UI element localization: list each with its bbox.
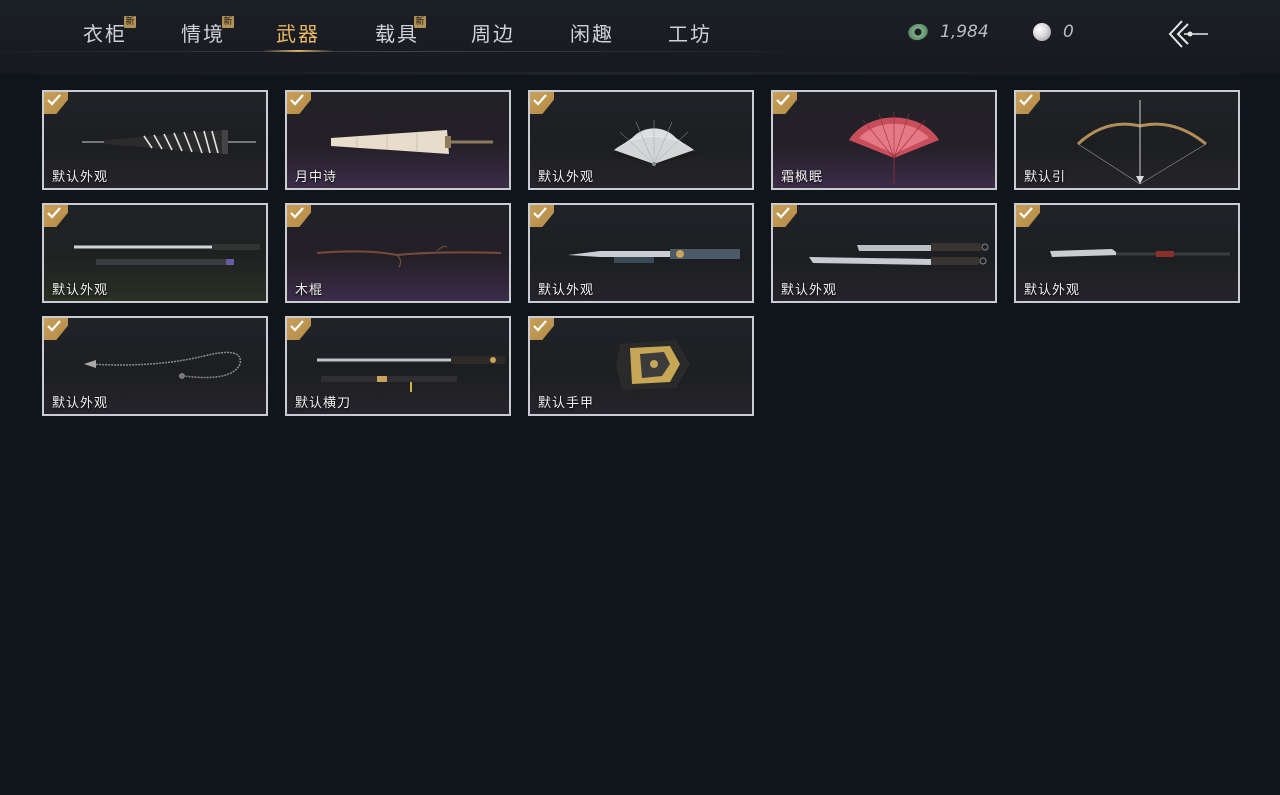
tab-wardrobe[interactable]: 衣柜 新 xyxy=(83,16,136,52)
weapon-card[interactable]: 默认外观 xyxy=(42,316,268,416)
item-label: 默认引 xyxy=(1024,170,1067,185)
weapon-grid: 默认外观 月中诗 默认外观 霜枫眠 默认引 默认外观 木棍 默认外观 默认外观 … xyxy=(42,90,1244,420)
item-label: 默认外观 xyxy=(781,283,838,298)
weapon-card[interactable]: 月中诗 xyxy=(285,90,511,190)
tab-peripherals[interactable]: 周边 xyxy=(471,18,515,52)
tab-label: 周边 xyxy=(471,22,515,46)
item-label: 默认外观 xyxy=(52,283,109,298)
back-arrow-icon xyxy=(1168,20,1208,48)
tab-weapons[interactable]: 武器 xyxy=(262,18,334,52)
item-label: 默认横刀 xyxy=(295,396,352,411)
weapon-card[interactable]: 木棍 xyxy=(285,203,511,303)
tab-scene[interactable]: 情境 新 xyxy=(181,16,234,52)
weapon-card[interactable]: 霜枫眠 xyxy=(771,90,997,190)
jade-amount: 1,984 xyxy=(940,22,989,42)
pearl-amount: 0 xyxy=(1063,22,1074,42)
tab-label: 衣柜 xyxy=(83,22,127,46)
item-label: 默认外观 xyxy=(538,170,595,185)
weapon-card[interactable]: 默认引 xyxy=(1014,90,1240,190)
tab-divider xyxy=(0,51,790,52)
item-label: 霜枫眠 xyxy=(781,170,824,185)
weapon-card[interactable]: 默认外观 xyxy=(528,203,754,303)
new-badge: 新 xyxy=(414,16,426,28)
tab-label: 武器 xyxy=(276,22,320,46)
tab-label: 情境 xyxy=(181,22,225,46)
item-label: 默认手甲 xyxy=(538,396,595,411)
item-label: 月中诗 xyxy=(295,170,338,185)
item-label: 默认外观 xyxy=(1024,283,1081,298)
top-bar: 衣柜 新 情境 新 武器 载具 新 周边 闲趣 工坊 1,984 0 xyxy=(0,0,1280,75)
tab-workshop[interactable]: 工坊 xyxy=(668,18,712,52)
pearl-icon xyxy=(1033,23,1051,41)
jade-currency: 1,984 xyxy=(906,20,989,44)
weapon-card[interactable]: 默认手甲 xyxy=(528,316,754,416)
new-badge: 新 xyxy=(124,16,136,28)
tab-leisure[interactable]: 闲趣 xyxy=(570,18,614,52)
weapon-card[interactable]: 默认外观 xyxy=(771,203,997,303)
item-label: 默认外观 xyxy=(538,283,595,298)
tab-label: 工坊 xyxy=(668,22,712,46)
back-button[interactable] xyxy=(1166,18,1210,50)
weapon-card[interactable]: 默认外观 xyxy=(42,203,268,303)
pearl-currency: 0 xyxy=(1033,20,1074,44)
weapon-card[interactable]: 默认横刀 xyxy=(285,316,511,416)
tab-label: 闲趣 xyxy=(570,22,614,46)
item-label: 木棍 xyxy=(295,283,324,298)
tab-label: 载具 xyxy=(375,22,419,46)
item-label: 默认外观 xyxy=(52,170,109,185)
new-badge: 新 xyxy=(222,16,234,28)
tab-vehicles[interactable]: 载具 新 xyxy=(375,16,426,52)
weapon-card[interactable]: 默认外观 xyxy=(528,90,754,190)
jade-coin-icon xyxy=(906,21,930,43)
weapon-card[interactable]: 默认外观 xyxy=(42,90,268,190)
item-label: 默认外观 xyxy=(52,396,109,411)
weapon-card[interactable]: 默认外观 xyxy=(1014,203,1240,303)
